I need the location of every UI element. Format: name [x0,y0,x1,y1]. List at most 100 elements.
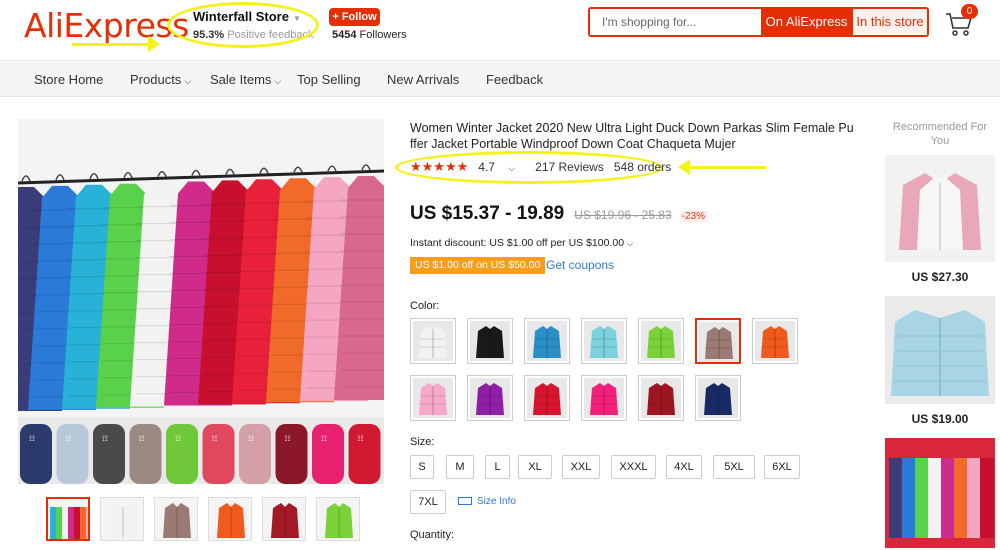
color-swatch[interactable] [581,375,627,421]
bag-illustration: ⟟⟟ [93,424,125,484]
color-swatch[interactable] [695,375,741,421]
highlight-ellipse [167,2,319,48]
svg-text:⟟⟟: ⟟⟟ [102,434,108,443]
svg-text:⟟⟟: ⟟⟟ [212,434,218,443]
followers-count: 5454 Followers [332,29,407,41]
product-price: US $15.37 - 19.89 [410,203,565,224]
size-option[interactable]: S [410,455,434,479]
get-coupons-link[interactable]: Get coupons [546,258,614,272]
jacket-stripe [954,458,968,538]
size-option[interactable]: 6XL [764,455,800,479]
swatch-image [470,378,510,418]
nav-top-selling[interactable]: Top Selling [297,72,361,87]
color-swatch[interactable] [524,375,570,421]
gallery-thumbnail[interactable] [154,497,198,541]
recommended-item-image[interactable] [885,296,995,404]
nav-new-arrivals[interactable]: New Arrivals [387,72,459,87]
chevron-down-icon: ⌵ [508,163,516,173]
recommended-price: US $19.00 [911,412,969,426]
jacket-stripe [980,458,994,538]
jackets-on-rack-image: ⟟⟟ ⟟⟟ ⟟⟟ ⟟⟟ ⟟⟟ ⟟⟟ ⟟⟟ ⟟⟟ ⟟⟟ ⟟⟟ [18,119,384,484]
gallery-thumbnail[interactable] [208,497,252,541]
star-rating-icon: ★★★★★ [410,159,469,174]
size-option[interactable]: XXL [562,455,600,479]
color-swatch[interactable] [467,318,513,364]
aliexpress-logo[interactable]: AliExpress [24,6,189,45]
jacket-stripe [941,458,955,538]
nav-feedback[interactable]: Feedback [486,72,543,87]
size-option[interactable]: 7XL [410,490,446,514]
swatch-image [413,378,453,418]
svg-text:⟟⟟: ⟟⟟ [139,434,145,443]
bag-illustration: ⟟⟟ [348,424,381,484]
thumbnail-image [48,499,88,539]
bag-illustration: ⟟⟟ [239,424,271,484]
highlight-arrow [72,36,160,52]
size-option[interactable]: 4XL [666,455,702,479]
size-option[interactable]: L [485,455,510,479]
bag-illustration: ⟟⟟ [166,424,198,484]
size-option[interactable]: XXXL [611,455,656,479]
color-swatch[interactable] [752,318,798,364]
swatch-image [527,321,567,361]
thumbnail-image [317,498,359,540]
svg-text:⟟⟟: ⟟⟟ [66,434,72,443]
recommended-item-image[interactable] [885,155,995,262]
swatch-image [527,378,567,418]
thumbnail-image [263,498,305,540]
rating-row: ★★★★★ 4.7 ⌵ 217 Reviews 548 orders [410,159,681,175]
swatch-image [755,321,795,361]
product-main-image[interactable]: ⟟⟟ ⟟⟟ ⟟⟟ ⟟⟟ ⟟⟟ ⟟⟟ ⟟⟟ ⟟⟟ ⟟⟟ ⟟⟟ [18,119,384,484]
thumbnail-image [209,498,251,540]
nav-store-home[interactable]: Store Home [34,72,103,87]
color-swatch[interactable] [638,375,684,421]
gallery-thumbnail[interactable] [262,497,306,541]
gallery-thumbnail[interactable] [100,497,144,541]
recommended-title: Recommended For You [892,121,988,147]
swatch-image [641,378,681,418]
jacket-image [885,296,995,404]
chevron-down-icon: ⌵ [626,239,634,248]
jacket-stripe [902,458,916,538]
color-swatch[interactable] [524,318,570,364]
coupon-tag: US $1.00 off on US $50.00 [410,257,546,274]
thumbnail-image [155,498,197,540]
size-option[interactable]: M [446,455,474,479]
nav-sale-items[interactable]: Sale Items ⌵ [210,72,281,87]
jacket-stripe [889,458,903,538]
jacket-stripe [967,458,981,538]
size-info-link[interactable]: Size Info [458,496,516,507]
swatch-image [699,322,739,362]
color-swatch[interactable] [695,318,741,364]
nav-products[interactable]: Products ⌵ [130,72,191,87]
reviews-count[interactable]: 217 Reviews [535,160,604,174]
color-swatch[interactable] [410,318,456,364]
gallery-thumbnail[interactable] [316,497,360,541]
jacket-image [885,155,995,262]
jacket-image [885,438,995,548]
size-option[interactable]: XL [518,455,552,479]
orders-count: 548 orders [613,160,672,174]
gallery-thumbnail[interactable] [46,497,90,541]
recommended-item-image[interactable] [885,438,995,548]
store-nav: Store Home Products ⌵ Sale Items ⌵ Top Sel… [0,60,1000,97]
color-swatch[interactable] [467,375,513,421]
size-option[interactable]: 5XL [713,455,755,479]
rating-value[interactable]: 4.7 ⌵ [478,160,525,174]
swatch-image [584,378,624,418]
bag-illustration: ⟟⟟ [202,424,235,484]
search-input[interactable] [590,9,761,35]
instant-discount[interactable]: Instant discount: US $1.00 off per US $1… [410,237,633,249]
color-swatch[interactable] [638,318,684,364]
color-swatch[interactable] [581,318,627,364]
search-aliexpress-button[interactable]: On AliExpress [761,9,852,35]
quantity-label: Quantity: [410,529,455,541]
svg-text:⟟⟟: ⟟⟟ [248,434,254,443]
bag-illustration: ⟟⟟ [275,424,308,484]
follow-button[interactable]: + Follow [329,8,380,26]
svg-text:⟟⟟: ⟟⟟ [175,434,181,443]
color-swatch[interactable] [410,375,456,421]
swatch-image [413,321,453,361]
search-store-button[interactable]: In this store [852,9,927,35]
thumbnail-image [101,498,143,540]
